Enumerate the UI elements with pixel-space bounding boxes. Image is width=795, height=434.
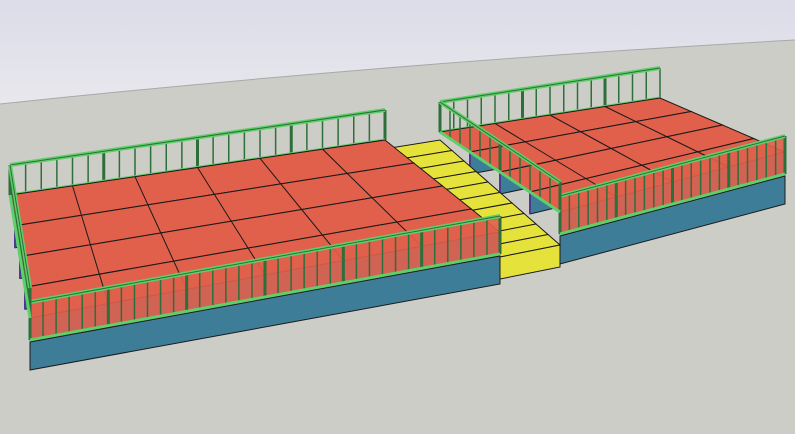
grandstand-model[interactable] — [0, 0, 795, 434]
3d-viewport[interactable] — [0, 0, 795, 434]
